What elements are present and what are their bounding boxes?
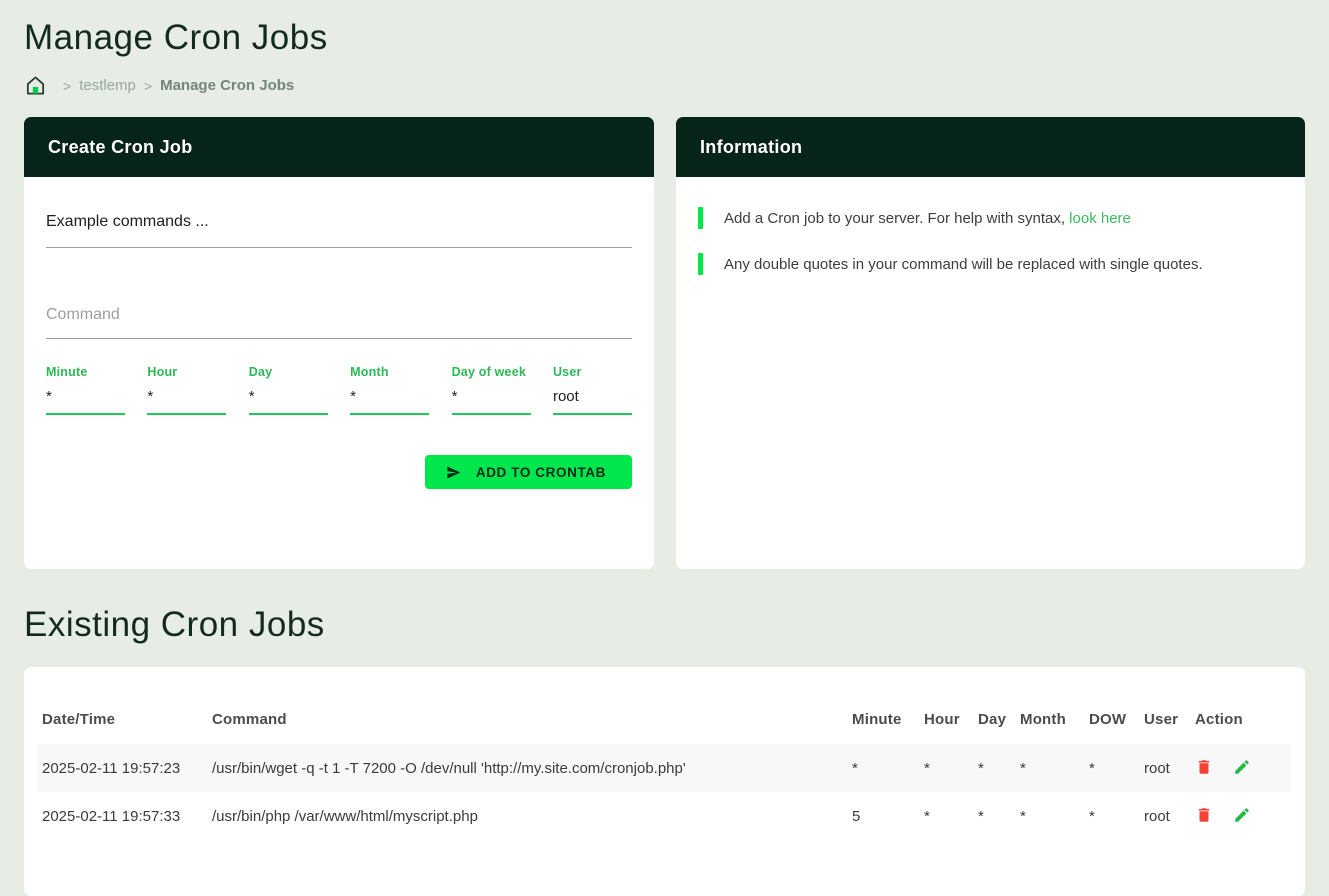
column-header-minute: Minute [848, 681, 920, 744]
command-field-wrap [46, 306, 632, 339]
column-header-hour: Hour [920, 681, 974, 744]
cron-field-minute: Minute [46, 365, 125, 415]
breadcrumb-separator: > [63, 78, 71, 94]
create-card-title: Create Cron Job [24, 117, 654, 177]
breadcrumb-site[interactable]: testlemp [79, 77, 136, 94]
cron-fields: Minute Hour Day Month Day of week User [46, 365, 632, 415]
cell-actions [1191, 792, 1291, 840]
cell-month: * [1016, 792, 1085, 840]
cron-job-row: 2025-02-11 19:57:23/usr/bin/wget -q -t 1… [38, 744, 1291, 792]
delete-cron-job-button[interactable] [1195, 758, 1213, 779]
column-header-user: User [1140, 681, 1191, 744]
cron-table-header-row: Date/TimeCommandMinuteHourDayMonthDOWUse… [38, 681, 1291, 744]
field-label: Day [249, 365, 328, 379]
note-accent-bar [698, 253, 703, 275]
info-note: Any double quotes in your command will b… [698, 253, 1283, 275]
column-header-command: Command [208, 681, 848, 744]
breadcrumb-current: Manage Cron Jobs [160, 77, 294, 94]
cell-dow: * [1085, 744, 1140, 792]
cell-datetime: 2025-02-11 19:57:33 [38, 792, 208, 840]
column-header-action: Action [1191, 681, 1291, 744]
hour-input[interactable] [147, 379, 226, 415]
edit-cron-job-button[interactable] [1233, 758, 1251, 779]
cell-actions [1191, 744, 1291, 792]
example-commands-select[interactable]: Example commands ... [46, 213, 632, 248]
cell-minute: 5 [848, 792, 920, 840]
create-cron-job-card: Create Cron Job Example commands ... Min… [24, 117, 654, 569]
cron-field-day-of-week: Day of week [452, 365, 531, 415]
delete-icon [1195, 806, 1213, 827]
cell-day: * [974, 744, 1016, 792]
existing-cron-jobs-card: Date/TimeCommandMinuteHourDayMonthDOWUse… [24, 667, 1305, 896]
day-of-week-input[interactable] [452, 379, 531, 415]
minute-input[interactable] [46, 379, 125, 415]
cron-table-head: Date/TimeCommandMinuteHourDayMonthDOWUse… [38, 681, 1291, 744]
submit-row: ADD TO CRONTAB [46, 455, 632, 489]
information-card-body: Add a Cron job to your server. For help … [676, 207, 1305, 563]
cell-dow: * [1085, 792, 1140, 840]
day-input[interactable] [249, 379, 328, 415]
add-to-crontab-label: ADD TO CRONTAB [476, 465, 606, 480]
edit-cron-job-button[interactable] [1233, 806, 1251, 827]
breadcrumb: > testlemp > Manage Cron Jobs [24, 74, 1305, 97]
cell-user: root [1140, 792, 1191, 840]
month-input[interactable] [350, 379, 429, 415]
field-label: Month [350, 365, 429, 379]
field-label: User [553, 365, 632, 379]
column-header-date-time: Date/Time [38, 681, 208, 744]
delete-icon [1195, 758, 1213, 779]
cell-day: * [974, 792, 1016, 840]
cell-user: root [1140, 744, 1191, 792]
cell-command: /usr/bin/wget -q -t 1 -T 7200 -O /dev/nu… [208, 744, 848, 792]
info-note: Add a Cron job to your server. For help … [698, 207, 1283, 229]
edit-icon [1233, 758, 1251, 779]
cron-table-body: 2025-02-11 19:57:23/usr/bin/wget -q -t 1… [38, 744, 1291, 840]
cron-jobs-table: Date/TimeCommandMinuteHourDayMonthDOWUse… [38, 681, 1291, 840]
create-card-body: Example commands ... Minute Hour Day Month D… [24, 213, 654, 569]
command-input[interactable] [46, 306, 632, 338]
cell-minute: * [848, 744, 920, 792]
cron-job-row: 2025-02-11 19:57:33/usr/bin/php /var/www… [38, 792, 1291, 840]
cron-field-day: Day [249, 365, 328, 415]
user-input[interactable] [553, 379, 632, 415]
cell-hour: * [920, 744, 974, 792]
cell-datetime: 2025-02-11 19:57:23 [38, 744, 208, 792]
page-title: Manage Cron Jobs [24, 18, 1305, 58]
information-card: Information Add a Cron job to your serve… [676, 117, 1305, 569]
delete-cron-job-button[interactable] [1195, 806, 1213, 827]
column-header-month: Month [1016, 681, 1085, 744]
cards-row: Create Cron Job Example commands ... Min… [24, 117, 1305, 569]
field-label: Minute [46, 365, 125, 379]
note-accent-bar [698, 207, 703, 229]
cell-command: /usr/bin/php /var/www/html/myscript.php [208, 792, 848, 840]
note-text: Any double quotes in your command will b… [724, 256, 1203, 273]
edit-icon [1233, 806, 1251, 827]
note-text: Add a Cron job to your server. For help … [724, 210, 1131, 227]
column-header-day: Day [974, 681, 1016, 744]
breadcrumb-separator: > [144, 78, 152, 94]
field-label: Day of week [452, 365, 531, 379]
add-to-crontab-button[interactable]: ADD TO CRONTAB [425, 455, 632, 489]
field-label: Hour [147, 365, 226, 379]
page: Manage Cron Jobs > testlemp > Manage Cro… [0, 0, 1329, 896]
home-icon[interactable] [24, 74, 47, 97]
existing-cron-jobs-title: Existing Cron Jobs [24, 605, 1305, 645]
cron-field-month: Month [350, 365, 429, 415]
information-card-title: Information [676, 117, 1305, 177]
look-here-link[interactable]: look here [1069, 210, 1131, 227]
column-header-dow: DOW [1085, 681, 1140, 744]
cell-hour: * [920, 792, 974, 840]
cell-month: * [1016, 744, 1085, 792]
cron-field-user: User [553, 365, 632, 415]
send-arrow-icon [445, 464, 462, 481]
cron-field-hour: Hour [147, 365, 226, 415]
